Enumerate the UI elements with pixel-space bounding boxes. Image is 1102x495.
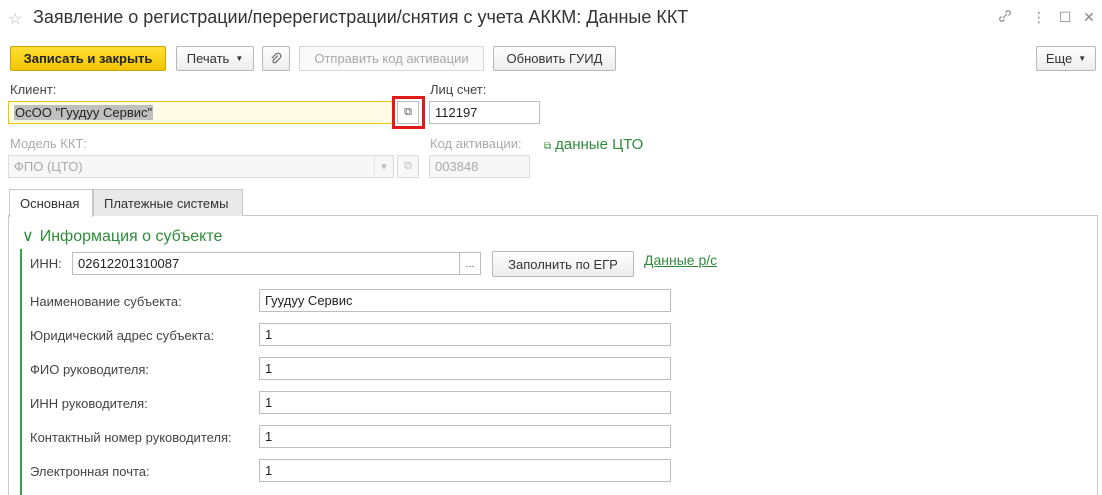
subject-group-header[interactable]: ∨ Информация о субъекте [22, 226, 222, 246]
client-value: ОсОО "Гуудуу Сервис" [14, 105, 154, 120]
client-input[interactable]: ОсОО "Гуудуу Сервис" [8, 101, 393, 124]
account-input[interactable]: 112197 [429, 101, 540, 124]
tab-payment-systems[interactable]: Платежные системы [93, 189, 243, 216]
window-title: Заявление о регистрации/перерегистрации/… [33, 7, 689, 27]
model-value: ФПО (ЦТО) [14, 159, 83, 174]
activation-code-label: Код активации: [430, 136, 522, 151]
legal-address-input[interactable]: 1 [259, 323, 671, 346]
highlight-frame [392, 96, 425, 129]
more-vertical-icon[interactable]: ⋮ [1030, 9, 1048, 26]
send-activation-code-button[interactable]: Отправить код активации [299, 46, 484, 71]
inn-label: ИНН: [30, 256, 62, 271]
favorite-star-icon[interactable]: ☆ [8, 9, 22, 29]
director-name-input[interactable]: 1 [259, 357, 671, 380]
subject-name-label: Наименование субъекта: [30, 294, 182, 309]
attach-button[interactable] [262, 46, 290, 71]
model-open-button[interactable]: ⧉ [397, 155, 419, 178]
save-and-close-button[interactable]: Записать и закрыть [10, 46, 166, 71]
group-bar [20, 249, 22, 495]
model-dropdown-button[interactable]: ▾ [374, 155, 394, 178]
director-name-label: ФИО руководителя: [30, 362, 149, 377]
print-label: Печать [186, 51, 230, 66]
subject-group-title: Информация о субъекте [39, 228, 223, 245]
model-label: Модель ККТ: [10, 136, 87, 151]
update-guid-button[interactable]: Обновить ГУИД [493, 46, 616, 71]
maximize-icon[interactable]: ☐ [1056, 9, 1074, 26]
ellipsis-icon: ... [465, 257, 475, 270]
email-input[interactable]: 1 [259, 459, 671, 482]
activation-code-input[interactable]: 003848 [429, 155, 530, 178]
email-label: Электронная почта: [30, 464, 150, 479]
paperclip-icon [271, 52, 282, 63]
link-icon[interactable] [996, 9, 1014, 26]
more-button[interactable]: Еще ▼ [1036, 46, 1096, 71]
cto-data-label: данные ЦТО [555, 136, 644, 153]
chevron-down-icon: ▼ [235, 54, 244, 63]
chevron-down-icon: ▼ [1078, 54, 1087, 63]
open-icon: ⧉ [404, 160, 412, 172]
close-icon[interactable]: ✕ [1080, 9, 1098, 26]
subject-name-input[interactable]: Гуудуу Сервис [259, 289, 671, 312]
director-inn-input[interactable]: 1 [259, 391, 671, 414]
chevron-down-icon: ▾ [381, 161, 387, 173]
cto-data-link[interactable]: ⧉ данные ЦТО [544, 136, 643, 153]
more-label: Еще [1045, 51, 1073, 66]
account-label: Лиц счет: [430, 82, 487, 97]
director-phone-input[interactable]: 1 [259, 425, 671, 448]
bank-data-link[interactable]: Данные р/с [644, 252, 717, 268]
fill-from-egr-button[interactable]: Заполнить по ЕГР [492, 251, 634, 277]
open-icon: ⧉ [544, 141, 552, 152]
print-button[interactable]: Печать ▼ [176, 46, 254, 71]
client-label: Клиент: [10, 82, 57, 97]
chevron-down-icon: ∨ [22, 228, 34, 245]
legal-address-label: Юридический адрес субъекта: [30, 328, 215, 343]
director-inn-label: ИНН руководителя: [30, 396, 148, 411]
director-phone-label: Контактный номер руководителя: [30, 430, 232, 445]
model-input[interactable]: ФПО (ЦТО) [8, 155, 393, 178]
inn-select-button[interactable]: ... [459, 252, 481, 275]
tab-main[interactable]: Основная [9, 189, 93, 217]
inn-input[interactable]: 02612201310087 [72, 252, 460, 275]
